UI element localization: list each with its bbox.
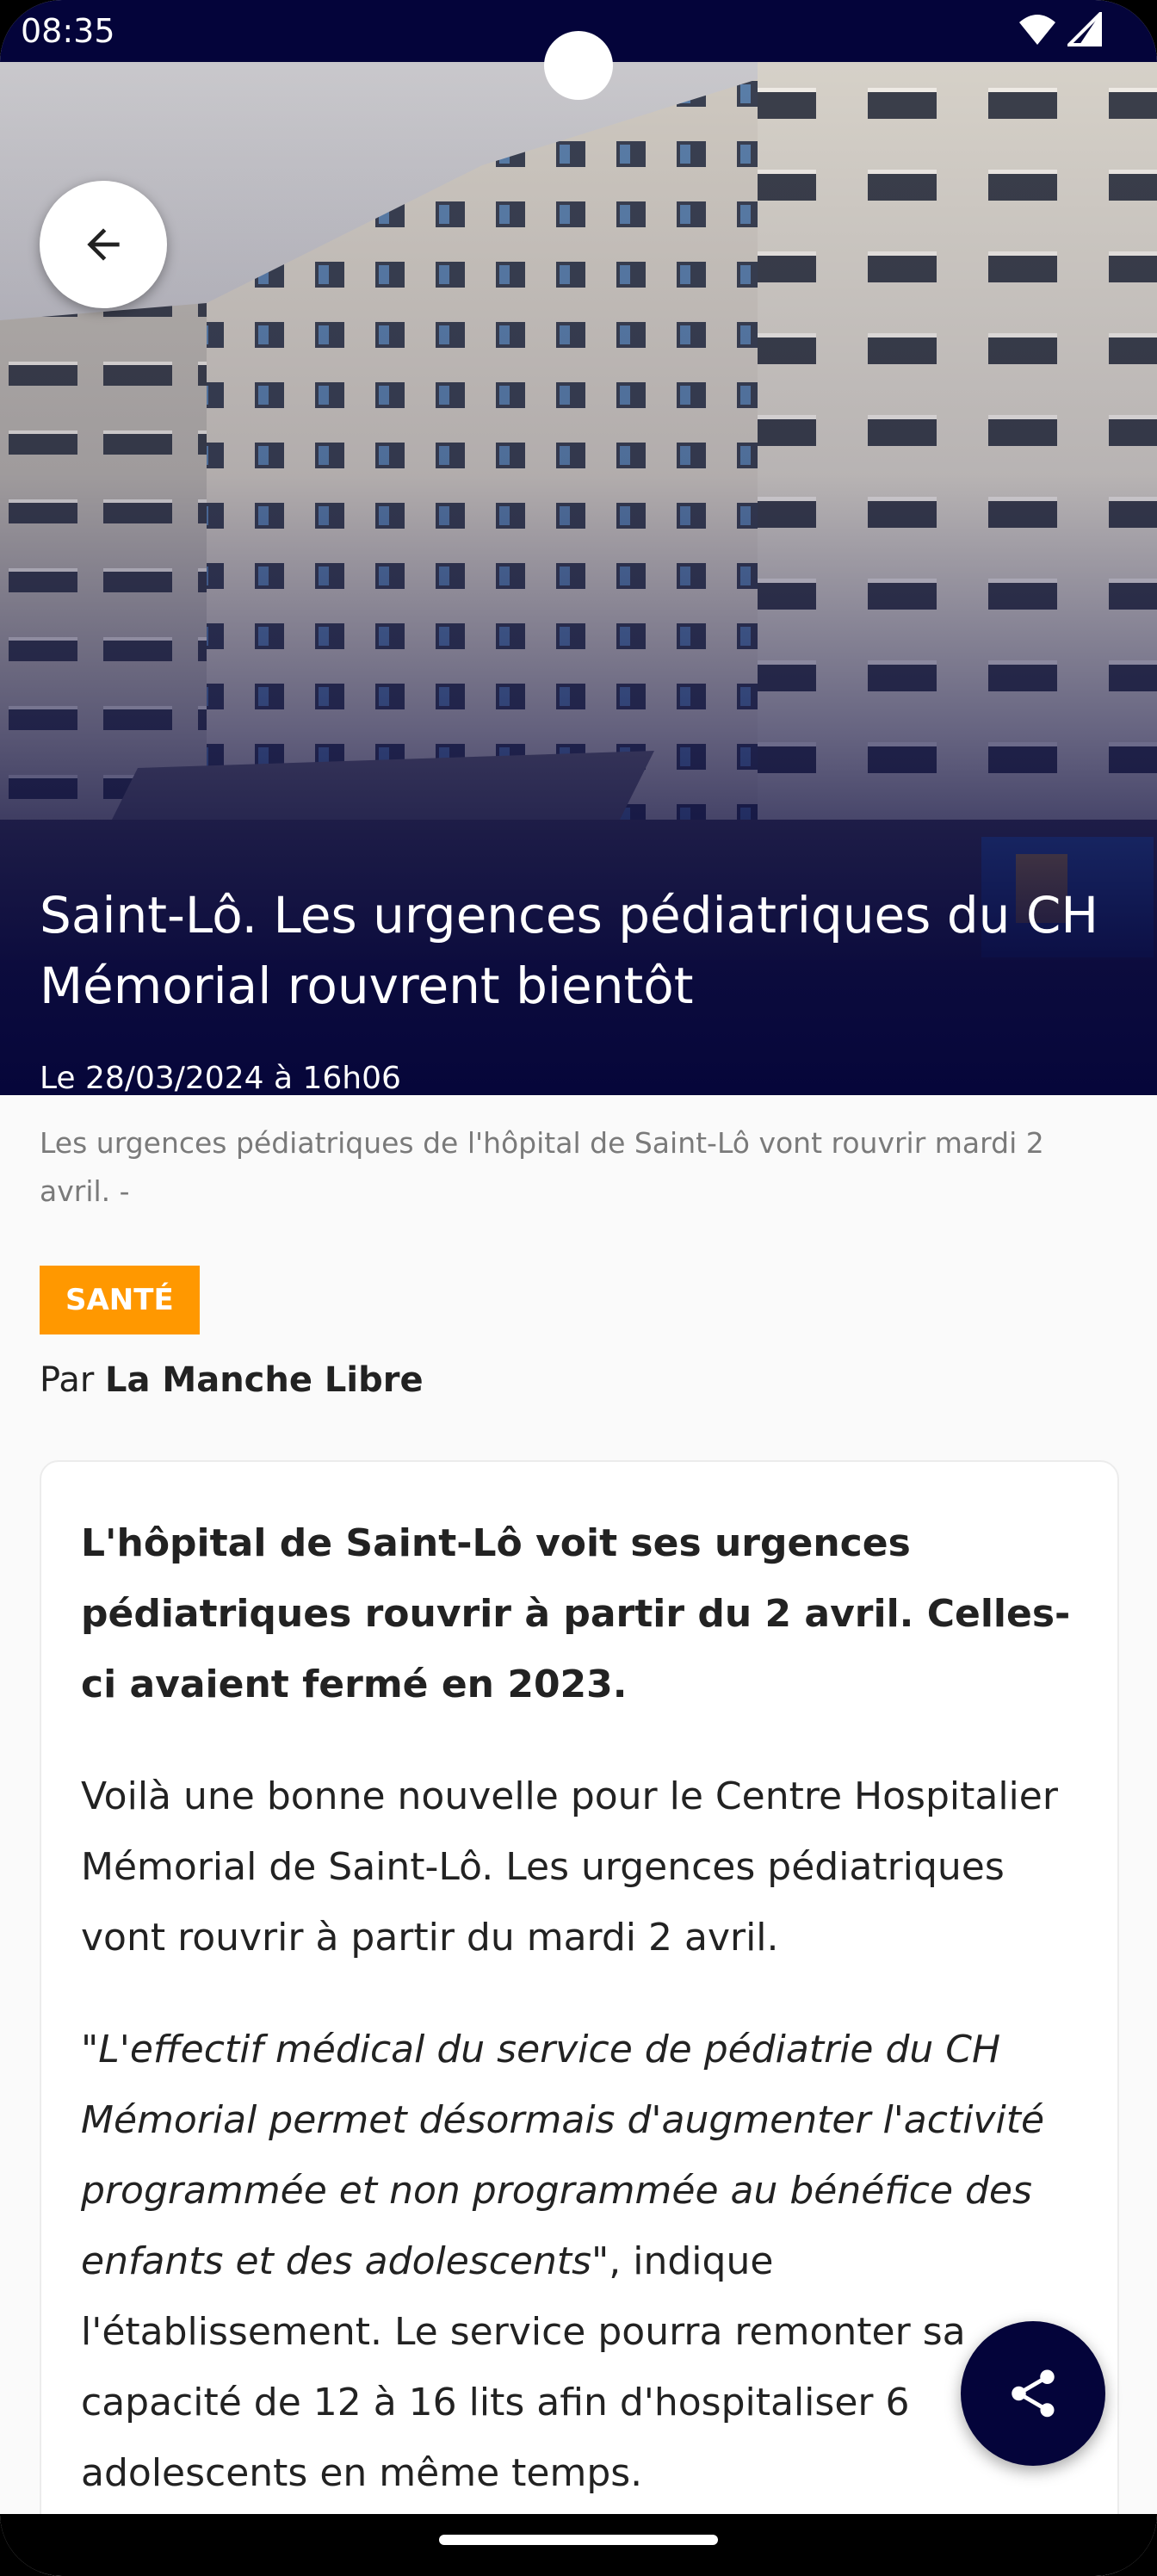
signal-icon	[1067, 12, 1102, 46]
article-lead: L'hôpital de Saint-Lô voit ses urgences …	[81, 1521, 1071, 1706]
article-date: Le 28/03/2024 à 16h06	[40, 1061, 401, 1095]
status-icons	[1018, 12, 1102, 46]
article-screen: 08:35 Saint-Lô. Les urgences pédiatrique…	[0, 0, 1157, 2576]
article-body: L'hôpital de Saint-Lô voit ses urgences …	[81, 1508, 1080, 2550]
hero-image: Saint-Lô. Les urgences pédiatriques du C…	[0, 62, 1157, 1095]
back-button[interactable]	[40, 181, 167, 308]
quote-open: "	[81, 2028, 99, 2071]
navigation-bar	[0, 2514, 1157, 2576]
arrow-left-icon	[87, 228, 120, 261]
status-time: 08:35	[21, 12, 115, 50]
article-title: Saint-Lô. Les urgences pédiatriques du C…	[40, 886, 1098, 1015]
camera-cutout	[544, 31, 613, 100]
article-body-card: L'hôpital de Saint-Lô voit ses urgences …	[40, 1460, 1119, 2576]
article-paragraph: Voilà une bonne nouvelle pour le Centre …	[81, 1774, 1058, 1960]
category-badge[interactable]: SANTÉ	[40, 1266, 200, 1334]
byline: Par La Manche Libre	[40, 1360, 424, 1400]
share-icon	[1012, 2369, 1055, 2418]
author-name[interactable]: La Manche Libre	[105, 1360, 424, 1400]
byline-prefix: Par	[40, 1360, 95, 1400]
quote-italic: L'effectif médical du service de pédiatr…	[81, 2028, 1045, 2283]
article-quote-paragraph: "L'effectif médical du service de pédiat…	[81, 2015, 1080, 2509]
share-button[interactable]	[961, 2321, 1105, 2466]
wifi-icon	[1019, 15, 1055, 45]
home-indicator[interactable]	[439, 2535, 718, 2545]
image-caption: Les urgences pédiatriques de l'hôpital d…	[40, 1126, 1044, 1208]
